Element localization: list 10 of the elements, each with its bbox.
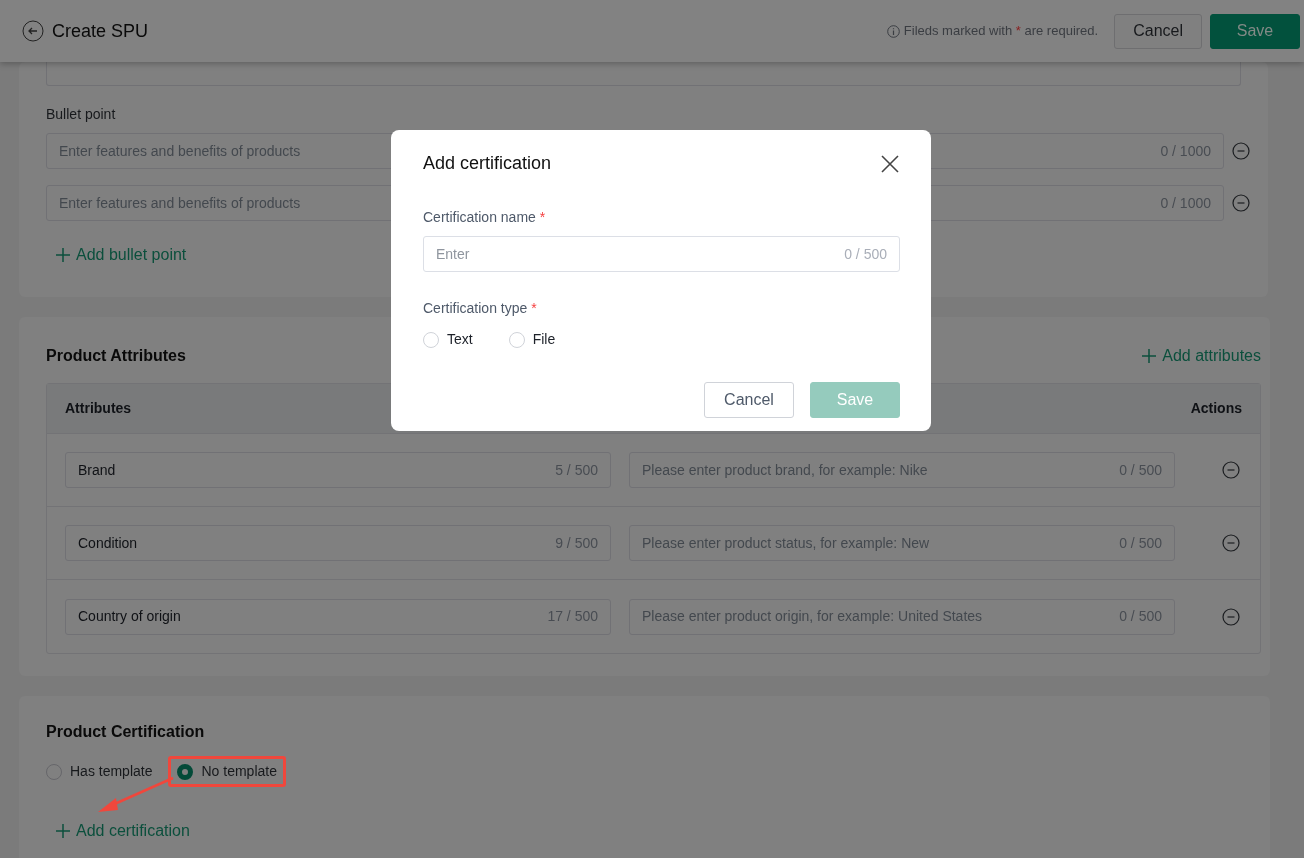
column-header: Attributes: [65, 399, 132, 418]
field-label: Bullet point: [46, 105, 117, 124]
section-title: Product Attributes: [46, 346, 186, 366]
field-label: Certification type *: [423, 299, 538, 318]
field-label: Certification name *: [423, 208, 547, 227]
required-note: Fileds marked with * are required.: [903, 22, 1099, 41]
column-header: Actions: [1190, 399, 1242, 418]
section-title: Product Certification: [46, 722, 206, 742]
page-title: Create SPU: [52, 19, 149, 43]
dialog-title: Add certification: [423, 152, 552, 175]
